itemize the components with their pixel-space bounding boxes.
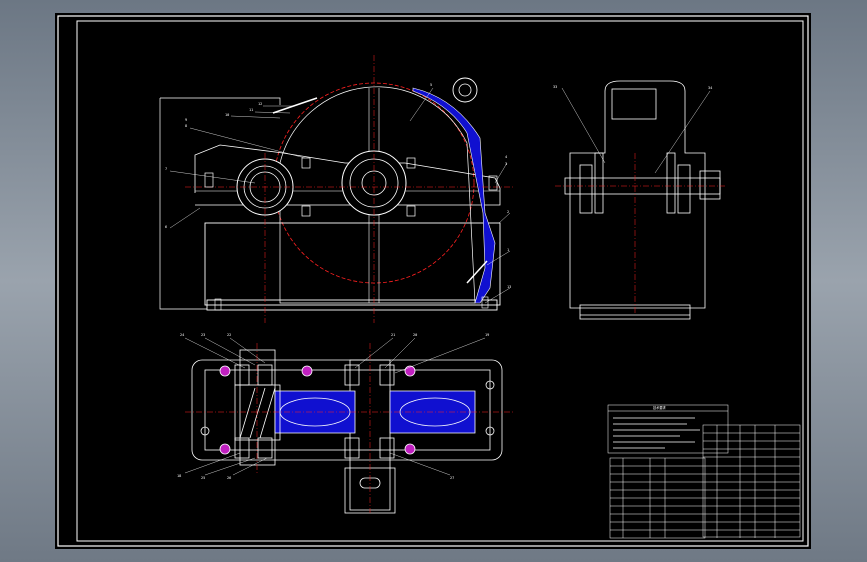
side-top-window bbox=[611, 88, 657, 120]
lifting-eye-hole bbox=[458, 83, 472, 97]
bearing bbox=[257, 364, 273, 386]
part-label: 11 bbox=[249, 108, 253, 112]
side-bearing-r2 bbox=[666, 152, 676, 214]
foot-bolt bbox=[214, 298, 222, 311]
bearing bbox=[379, 437, 395, 459]
part-label: 19 bbox=[485, 333, 489, 337]
left-outline-2 bbox=[159, 98, 207, 310]
cover-section bbox=[412, 87, 496, 304]
side-bearing-left bbox=[579, 164, 593, 214]
cad-viewport[interactable]: 技术要求 12 11 10 9 8 7 6 5 4 3 2 1 13 24 23… bbox=[55, 13, 811, 549]
part-label: 10 bbox=[225, 113, 229, 117]
bearing bbox=[344, 364, 360, 386]
part-label: 27 bbox=[450, 476, 454, 480]
part-label: 23 bbox=[201, 333, 205, 337]
part-label: 3 bbox=[505, 162, 507, 166]
bearing bbox=[344, 437, 360, 459]
bearing bbox=[234, 364, 250, 386]
part-label: 18 bbox=[177, 474, 181, 478]
part-label: 22 bbox=[227, 333, 231, 337]
bearing bbox=[379, 364, 395, 386]
lifting-eye bbox=[452, 77, 478, 103]
part-label: 33 bbox=[553, 85, 557, 89]
parts-list bbox=[702, 424, 801, 538]
side-shaft-key bbox=[699, 170, 721, 200]
part-label: 25 bbox=[201, 476, 205, 480]
part-label: 12 bbox=[258, 102, 262, 106]
notes-title: 技术要求 bbox=[653, 405, 667, 410]
side-elevation-view bbox=[555, 80, 725, 320]
bolt bbox=[204, 172, 214, 188]
bolt bbox=[301, 157, 311, 169]
part-label: 21 bbox=[391, 333, 395, 337]
breather-rod bbox=[272, 97, 318, 114]
part-label: 9 bbox=[185, 118, 187, 122]
part-label: 7 bbox=[165, 167, 167, 171]
side-bearing-l2 bbox=[594, 152, 604, 214]
side-bearing-right bbox=[677, 164, 691, 214]
front-elevation-view bbox=[159, 55, 515, 323]
notes-box bbox=[607, 404, 729, 454]
plan-section-view bbox=[184, 337, 515, 514]
part-label: 5 bbox=[430, 83, 432, 87]
gear-hub-outer bbox=[341, 150, 407, 216]
side-housing-outline bbox=[569, 80, 706, 309]
part-label: 20 bbox=[413, 333, 417, 337]
part-label: 6 bbox=[165, 225, 167, 229]
title-block bbox=[607, 404, 801, 539]
part-label: 2 bbox=[507, 210, 509, 214]
part-label: 26 bbox=[227, 476, 231, 480]
part-label: 24 bbox=[180, 333, 184, 337]
bolt bbox=[406, 205, 416, 217]
part-label: 4 bbox=[505, 155, 507, 159]
housing-base bbox=[204, 222, 501, 306]
part-label: 8 bbox=[185, 124, 187, 128]
bearing bbox=[234, 437, 250, 459]
bolt bbox=[301, 205, 311, 217]
part-label: 13 bbox=[507, 285, 511, 289]
pinion-shaft bbox=[239, 349, 276, 466]
bolt bbox=[488, 175, 498, 191]
notes-lines bbox=[613, 417, 700, 449]
bolt bbox=[406, 157, 416, 169]
gearbox-drawing: 技术要求 12 11 10 9 8 7 6 5 4 3 2 1 13 24 23… bbox=[57, 15, 809, 547]
part-label: 34 bbox=[708, 86, 712, 90]
bearing bbox=[257, 437, 273, 459]
part-label: 1 bbox=[507, 248, 509, 252]
